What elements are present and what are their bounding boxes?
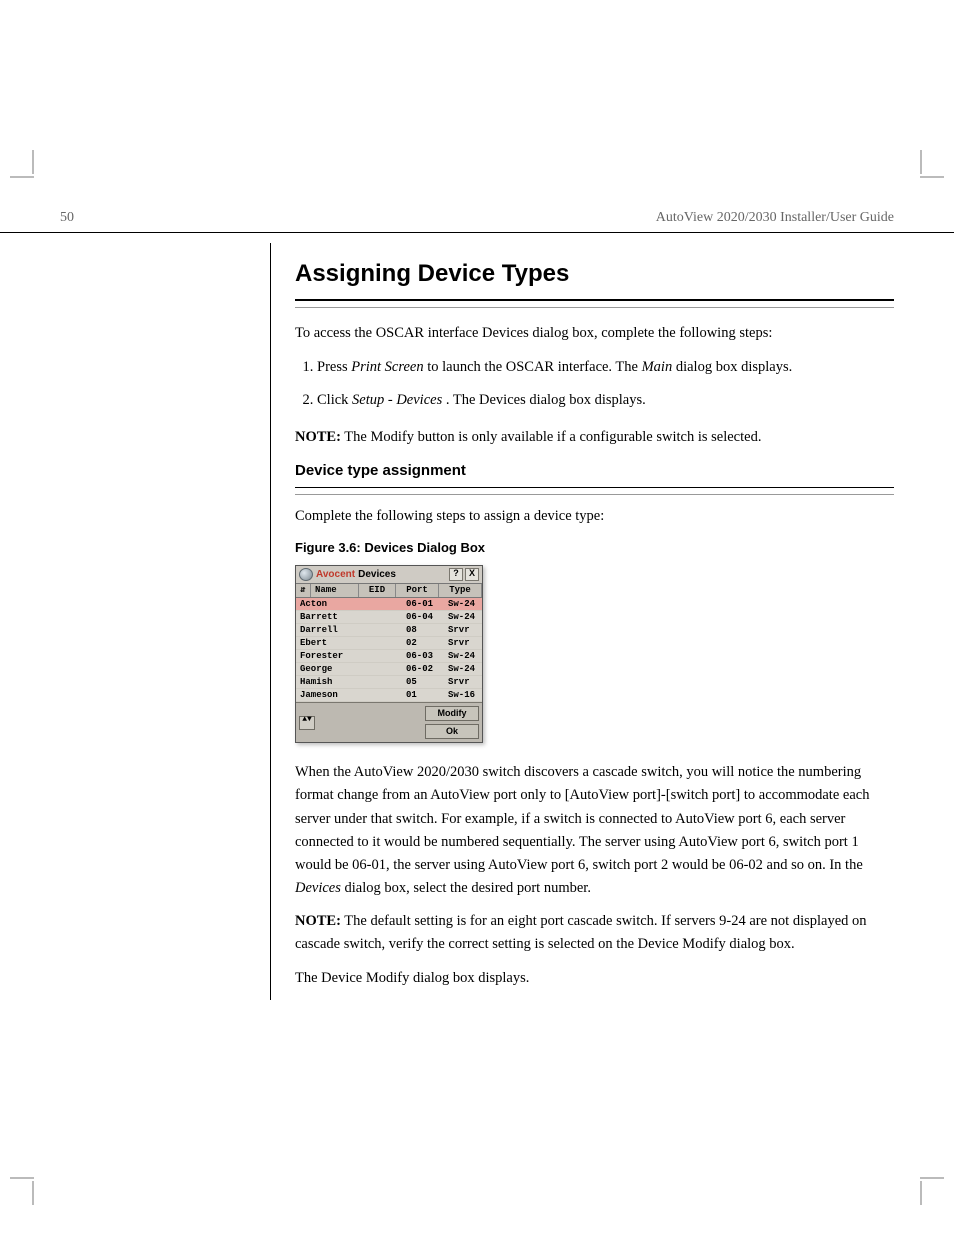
- col-port[interactable]: Port: [396, 584, 439, 597]
- table-row[interactable]: Barrett 06-04 Sw-24: [296, 611, 482, 624]
- sort-toggle-icon[interactable]: ⇵: [296, 584, 311, 597]
- subsection-heading: Device type assignment: [295, 459, 894, 488]
- table-row[interactable]: Hamish 05 Srvr: [296, 676, 482, 689]
- step-item: Click Setup - Devices . The Devices dial…: [317, 389, 894, 412]
- help-button[interactable]: ?: [449, 568, 463, 581]
- header-right: AutoView 2020/2030 Installer/User Guide: [656, 210, 894, 226]
- left-margin-column: [60, 243, 271, 1000]
- post-figure-paragraph-2: The Device Modify dialog box displays.: [295, 967, 894, 990]
- note-paragraph-2: NOTE: The default setting is for an eigh…: [295, 910, 894, 956]
- dialog-title: Devices: [358, 570, 396, 580]
- ok-button[interactable]: Ok: [425, 724, 479, 739]
- sub-intro: Complete the following steps to assign a…: [295, 505, 894, 528]
- devices-list: Acton 06-01 Sw-24 Barrett 06-04 Sw-24 Da…: [296, 598, 482, 702]
- col-eid[interactable]: EID: [359, 584, 396, 597]
- crop-mark: [10, 1165, 50, 1205]
- globe-icon: [299, 568, 313, 581]
- figure-caption: Figure 3.6: Devices Dialog Box: [295, 538, 894, 559]
- close-button[interactable]: X: [465, 568, 479, 581]
- header-left: 50: [60, 210, 74, 226]
- table-row[interactable]: Ebert 02 Srvr: [296, 637, 482, 650]
- devices-dialog: Avocent Devices ? X ⇵ Name EID Port Type…: [295, 565, 483, 743]
- note-paragraph: NOTE: The Modify button is only availabl…: [295, 426, 894, 449]
- crop-mark: [904, 1165, 944, 1205]
- table-row[interactable]: Darrell 08 Srvr: [296, 624, 482, 637]
- dialog-titlebar[interactable]: Avocent Devices ? X: [296, 566, 482, 583]
- step-item: Press Print Screen to launch the OSCAR i…: [317, 356, 894, 379]
- col-name[interactable]: Name: [311, 584, 359, 597]
- intro-paragraph: To access the OSCAR interface Devices di…: [295, 322, 894, 345]
- spin-control-icon[interactable]: ▲▼: [299, 716, 315, 730]
- post-figure-paragraph: When the AutoView 2020/2030 switch disco…: [295, 761, 894, 900]
- table-header: ⇵ Name EID Port Type: [296, 583, 482, 598]
- table-row[interactable]: George 06-02 Sw-24: [296, 663, 482, 676]
- section-heading: Assigning Device Types: [295, 255, 894, 301]
- modify-button[interactable]: Modify: [425, 706, 479, 721]
- table-row[interactable]: Jameson 01 Sw-16: [296, 689, 482, 702]
- dialog-brand: Avocent: [316, 570, 355, 580]
- table-row[interactable]: Forester 06-03 Sw-24: [296, 650, 482, 663]
- col-type[interactable]: Type: [439, 584, 482, 597]
- table-row[interactable]: Acton 06-01 Sw-24: [296, 598, 482, 611]
